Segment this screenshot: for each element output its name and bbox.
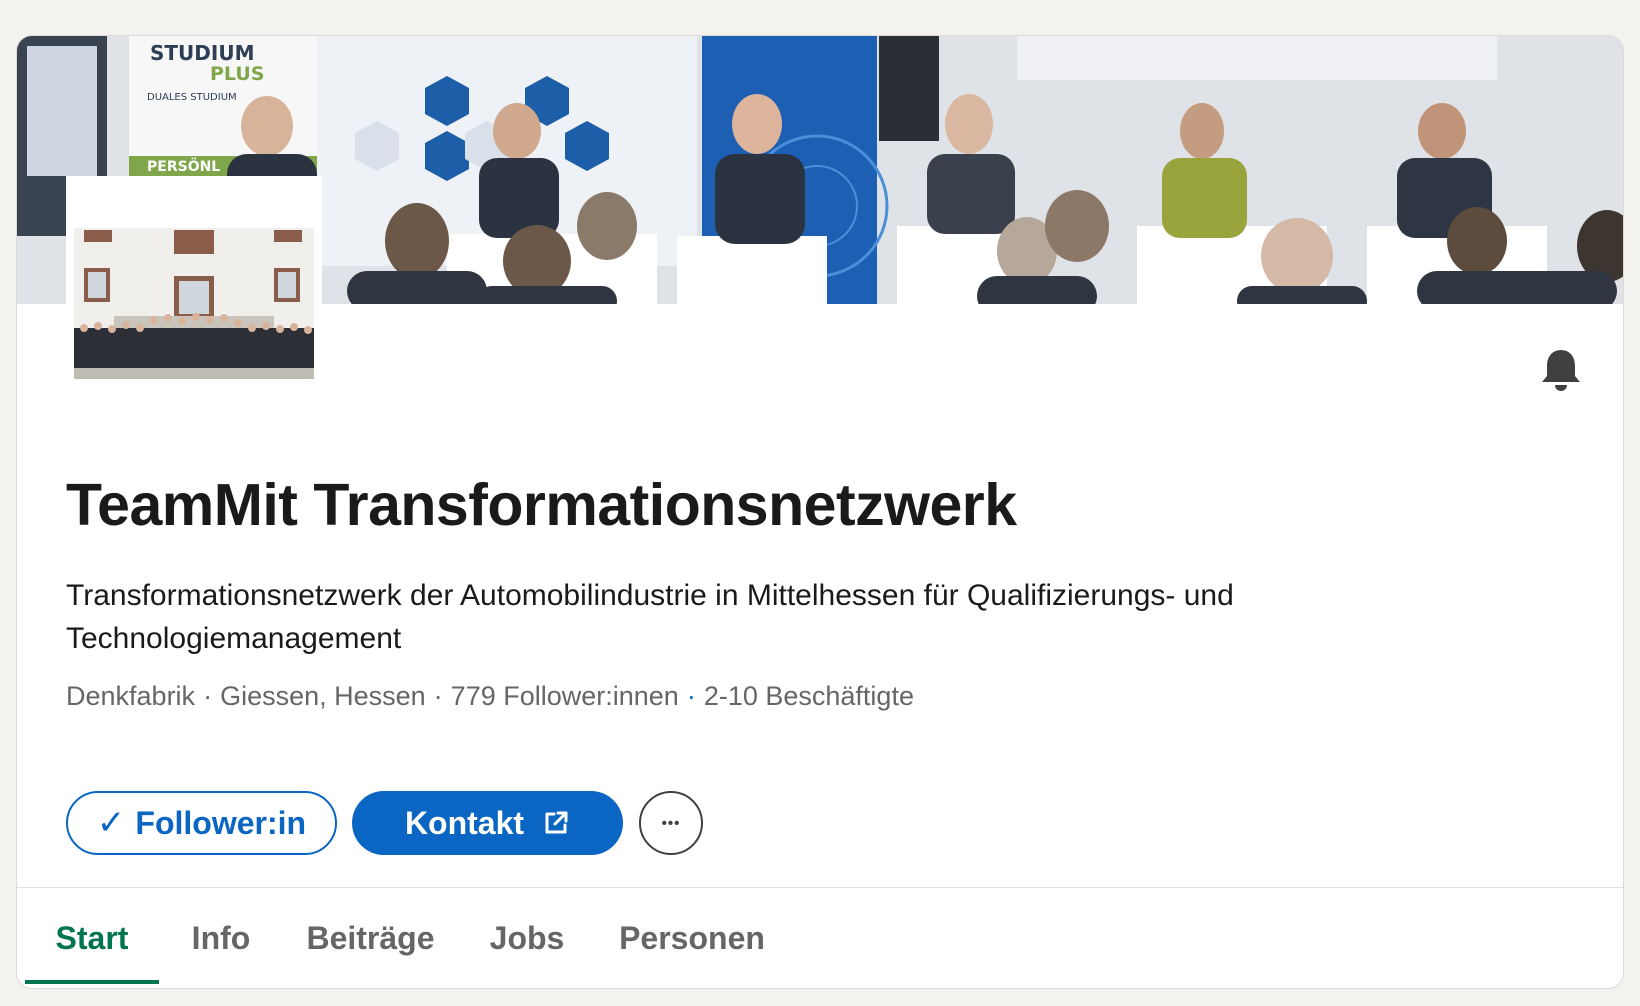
logo-building-illustration <box>74 228 314 379</box>
check-icon: ✓ <box>96 804 126 842</box>
tab-label: Beiträge <box>306 919 435 956</box>
notification-bell-button[interactable] <box>1539 346 1583 392</box>
company-tabs: Start Info Beiträge Jobs Personen <box>17 888 1623 988</box>
external-link-icon <box>545 811 568 834</box>
company-name: TeamMit Transformationsnetzwerk <box>66 472 1017 538</box>
tab-jobs[interactable]: Jobs <box>477 888 577 988</box>
company-logo[interactable] <box>66 176 322 383</box>
company-location: Giessen, Hessen <box>220 681 426 711</box>
company-followers-link[interactable]: 779 Follower:innen <box>451 681 679 711</box>
meta-separator: · <box>203 681 213 711</box>
company-header-card: STUDIUM PLUS DUALES STUDIUM PERSÖNL Team… <box>16 35 1624 989</box>
meta-separator: · <box>433 681 443 711</box>
bell-icon <box>1542 350 1580 391</box>
tab-beitraege[interactable]: Beiträge <box>293 888 448 988</box>
cover-logo-line1: STUDIUM <box>150 41 254 65</box>
cover-logo-line2: PLUS <box>210 63 264 85</box>
company-tagline: Transformationsnetzwerk der Automobilind… <box>66 579 1234 655</box>
company-industry: Denkfabrik <box>66 681 196 711</box>
tab-label: Info <box>191 919 251 956</box>
tab-start[interactable]: Start <box>25 888 159 988</box>
cover-logo-line3: DUALES STUDIUM <box>147 92 237 103</box>
tab-personen[interactable]: Personen <box>605 888 779 988</box>
tab-label: Personen <box>619 919 765 956</box>
company-meta: Denkfabrik · Giessen, Hessen · 779 Follower:… <box>66 683 914 710</box>
tab-info[interactable]: Info <box>173 888 269 988</box>
following-button[interactable]: ✓ Follower:in <box>66 791 337 855</box>
contact-button[interactable]: Kontakt <box>352 791 623 855</box>
contact-button-label: Kontakt <box>404 804 525 841</box>
cover-banner-text: PERSÖNL <box>147 157 220 175</box>
active-tab-indicator <box>25 980 159 984</box>
more-icon: ••• <box>661 814 681 832</box>
meta-separator: · <box>686 681 696 711</box>
company-employees-link[interactable]: 2-10 Beschäftigte <box>704 681 914 711</box>
tab-label: Jobs <box>489 919 565 956</box>
tab-label: Start <box>55 919 129 956</box>
more-options-button[interactable]: ••• <box>639 791 703 855</box>
following-button-label: Follower:in <box>135 804 307 841</box>
company-logo-image <box>74 228 314 379</box>
